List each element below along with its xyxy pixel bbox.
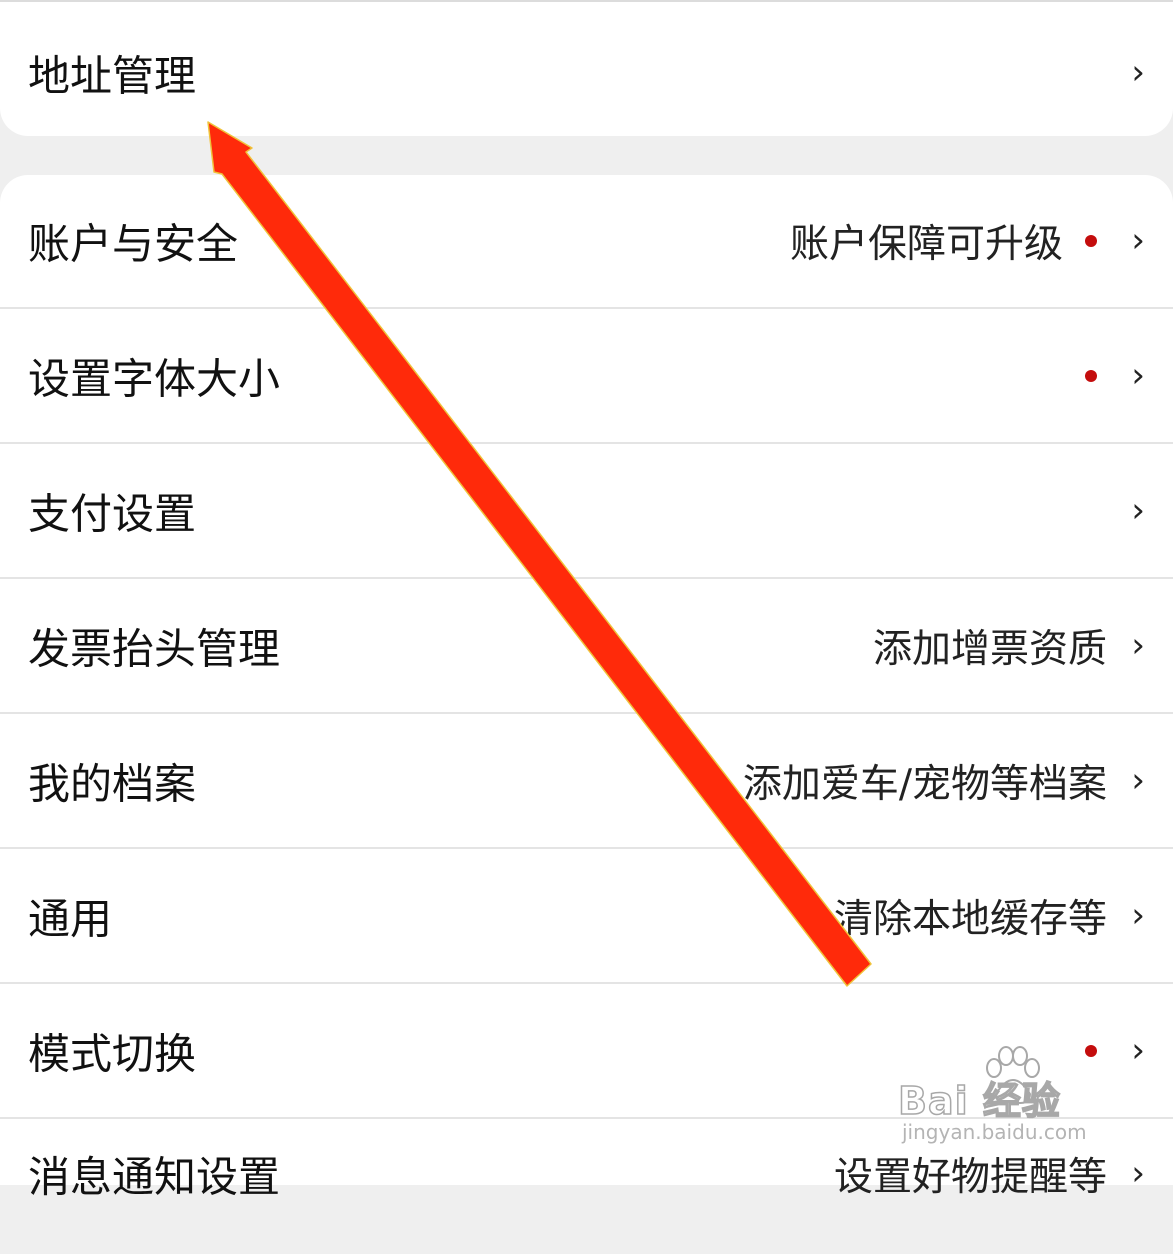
chevron-right-icon: › xyxy=(1131,52,1145,93)
notification-dot xyxy=(1085,370,1097,382)
address-section-card: 地址管理 › xyxy=(0,0,1173,136)
address-management-label: 地址管理 xyxy=(28,51,197,101)
settings-item-my-profile[interactable]: 我的档案 添加爱车/宠物等档案 › xyxy=(0,715,1173,849)
settings-item-general[interactable]: 通用 清除本地缓存等 › xyxy=(0,850,1173,984)
settings-item-invoice-header[interactable]: 发票抬头管理 添加增票资质 › xyxy=(0,580,1173,714)
chevron-right-icon: › xyxy=(1131,1030,1145,1071)
settings-item-address-management[interactable]: 地址管理 › xyxy=(0,6,1173,140)
chevron-right-icon: › xyxy=(1131,895,1145,936)
chevron-right-icon: › xyxy=(1131,490,1145,531)
notification-dot xyxy=(1085,235,1097,247)
account-security-label: 账户与安全 xyxy=(28,219,239,269)
notification-dot xyxy=(1085,1045,1097,1057)
chevron-right-icon: › xyxy=(1131,625,1145,666)
settings-item-notification[interactable]: 消息通知设置 设置好物提醒等 › xyxy=(0,1120,1173,1254)
my-profile-value: 添加爱车/宠物等档案 xyxy=(742,762,1107,807)
chevron-right-icon: › xyxy=(1131,355,1145,396)
settings-item-payment[interactable]: 支付设置 › xyxy=(0,445,1173,579)
chevron-right-icon: › xyxy=(1131,220,1145,261)
general-label: 通用 xyxy=(28,894,113,944)
mode-switch-label: 模式切换 xyxy=(28,1029,197,1079)
settings-item-account-security[interactable]: 账户与安全 账户保障可升级 › xyxy=(0,175,1173,309)
payment-settings-label: 支付设置 xyxy=(28,489,197,539)
invoice-header-label: 发票抬头管理 xyxy=(28,624,281,674)
settings-item-font-size[interactable]: 设置字体大小 › xyxy=(0,310,1173,444)
notification-settings-value: 设置好物提醒等 xyxy=(833,1155,1107,1200)
my-profile-label: 我的档案 xyxy=(28,759,197,809)
font-size-label: 设置字体大小 xyxy=(28,354,281,404)
account-security-value: 账户保障可升级 xyxy=(789,222,1063,267)
settings-list-card: 账户与安全 账户保障可升级 › 设置字体大小 › 支付设置 › 发票抬头管理 添… xyxy=(0,175,1173,1202)
settings-item-mode-switch[interactable]: 模式切换 › xyxy=(0,985,1173,1119)
chevron-right-icon: › xyxy=(1131,760,1145,801)
general-value: 清除本地缓存等 xyxy=(833,897,1107,942)
chevron-right-icon: › xyxy=(1131,1153,1145,1194)
notification-settings-label: 消息通知设置 xyxy=(28,1152,281,1202)
invoice-header-value: 添加增票资质 xyxy=(872,627,1107,672)
